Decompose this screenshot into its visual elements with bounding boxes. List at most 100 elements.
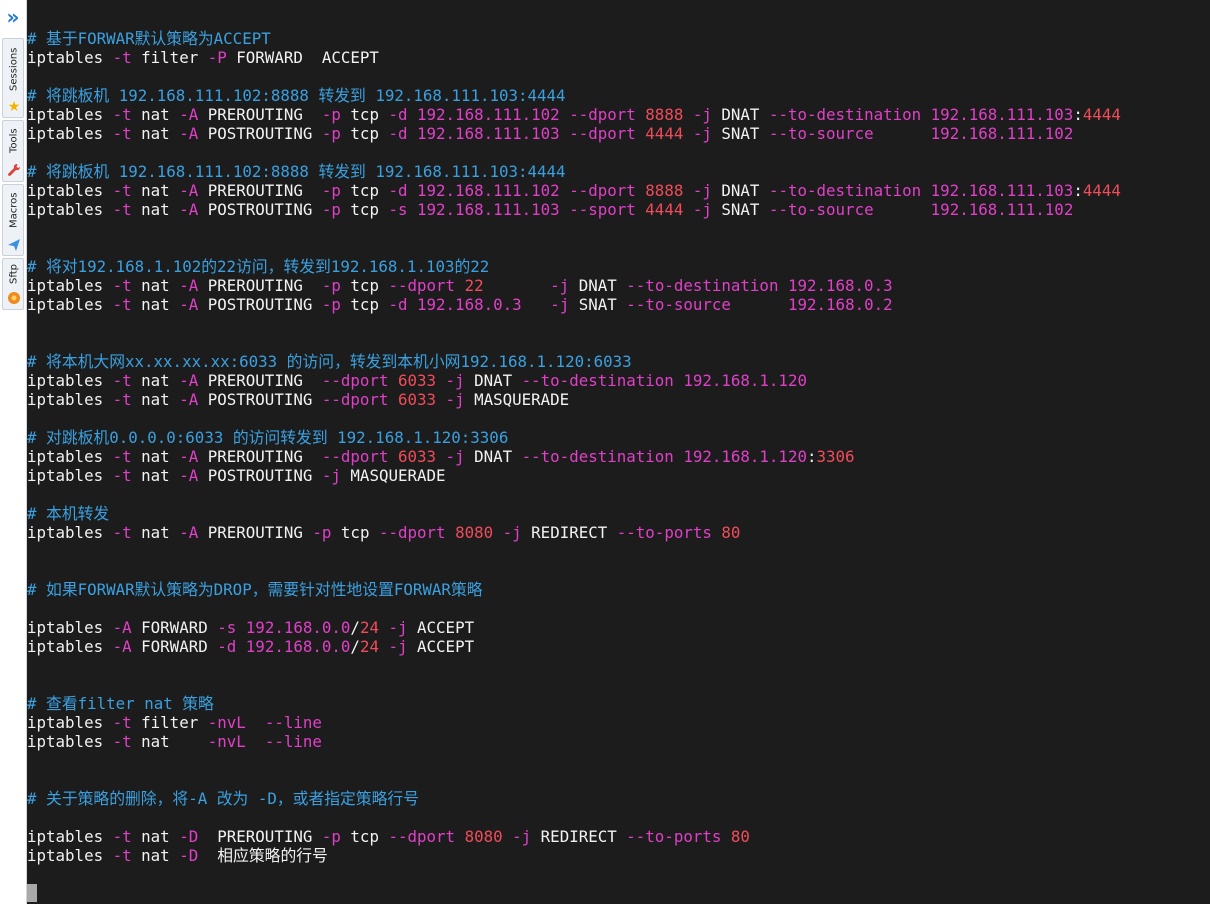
- terminal-token-option: --line: [264, 713, 322, 732]
- terminal-token-option: -t: [112, 48, 132, 67]
- terminal-token-option: -d: [388, 295, 408, 314]
- terminal-line: iptables -t nat -A PREROUTING -p tcp --d…: [27, 523, 740, 542]
- terminal-token-option: -t: [112, 713, 132, 732]
- terminal-token-option: -j: [692, 200, 712, 219]
- terminal-token-option: --to-destination: [521, 371, 674, 390]
- terminal-token-option: -j: [388, 618, 408, 637]
- terminal-token-option: --to-ports: [616, 523, 712, 542]
- terminal-token-option: 192.168.111.103: [930, 181, 1074, 200]
- terminal-token-number: 8888: [645, 105, 684, 124]
- terminal-token-number: 22: [464, 276, 484, 295]
- terminal-token-option: --sport: [569, 200, 636, 219]
- terminal-token-option: -A: [179, 371, 199, 390]
- terminal-token: tcp: [340, 276, 389, 295]
- terminal-token-option: --dport: [321, 447, 389, 466]
- terminal-token-option: -j: [692, 105, 712, 124]
- terminal-token-option: --dport: [388, 827, 456, 846]
- tab-macros-label: Macros: [8, 192, 20, 228]
- terminal-token: nat: [131, 371, 180, 390]
- terminal-token-option: 192.168.111.103: [417, 200, 560, 219]
- terminal-token-option: -j: [388, 637, 408, 656]
- terminal-token-option: -j: [692, 124, 712, 143]
- terminal-token: iptables: [27, 48, 113, 67]
- terminal-token: iptables: [27, 200, 113, 219]
- terminal-line: # 查看filter nat 策略: [27, 694, 214, 713]
- terminal-token: FORWARD: [131, 637, 218, 656]
- terminal-token-number: 24: [359, 637, 379, 656]
- terminal-token-number: 24: [359, 618, 379, 637]
- terminal-token: iptables: [27, 637, 113, 656]
- terminal-line: iptables -t filter -nvL --line: [27, 713, 322, 732]
- terminal-token: POSTROUTING: [198, 295, 322, 314]
- tab-tools-label: Tools: [8, 128, 20, 154]
- tab-sftp[interactable]: Sftp: [2, 258, 24, 310]
- terminal-token: iptables: [27, 295, 113, 314]
- terminal-token: nat: [131, 732, 208, 751]
- terminal-token: DNAT: [464, 447, 522, 466]
- terminal-token: nat: [131, 846, 180, 865]
- terminal-line: iptables -t nat -A PREROUTING -p tcp -d …: [27, 105, 1121, 124]
- terminal-token: tcp: [340, 181, 389, 200]
- terminal-token: FORWARD: [131, 618, 218, 637]
- terminal-token-option: -t: [112, 124, 132, 143]
- terminal-token-option: 192.168.0.3: [787, 276, 893, 295]
- terminal-token-comment: # 关于策略的删除，将-A 改为 -D，或者指定策略行号: [27, 789, 420, 808]
- terminal-token: MASQUERADE: [340, 466, 446, 485]
- terminal-token-option: -D: [179, 827, 199, 846]
- terminal-token-option: -A: [179, 105, 199, 124]
- terminal-token-comment: # 将对192.168.1.102的22访问，转发到192.168.1.103的…: [27, 257, 490, 276]
- terminal-token-option: -p: [321, 105, 341, 124]
- terminal-token-option: 192.168.0.2: [788, 295, 893, 314]
- terminal-token-option: -j: [512, 827, 532, 846]
- tab-macros[interactable]: Macros: [2, 184, 24, 256]
- terminal-token-number: 6033: [397, 390, 437, 409]
- terminal-token-comment: # 如果FORWAR默认策略为DROP，需要针对性地设置FORWAR策略: [27, 580, 483, 599]
- terminal-token-number: 80: [730, 827, 750, 846]
- terminal-token: nat: [131, 523, 180, 542]
- terminal-line: # 将对192.168.1.102的22访问，转发到192.168.1.103的…: [27, 257, 489, 276]
- terminal-token-number: 4444: [1082, 181, 1121, 200]
- terminal-token-option: -t: [112, 105, 132, 124]
- terminal-token: SNAT: [711, 200, 769, 219]
- tab-sessions[interactable]: Sessions ★: [2, 38, 24, 118]
- terminal-token: filter: [131, 713, 208, 732]
- terminal-token: iptables: [27, 447, 113, 466]
- sftp-icon: [6, 290, 22, 306]
- terminal-token-number: 4444: [1082, 105, 1121, 124]
- terminal-token-option: -d: [388, 105, 408, 124]
- tab-tools[interactable]: Tools: [2, 120, 24, 182]
- terminal-token: nat: [131, 200, 180, 219]
- terminal-token: iptables: [27, 276, 113, 295]
- terminal-token: DNAT: [569, 276, 627, 295]
- terminal-token-number: 8080: [464, 827, 503, 846]
- terminal-token-option: -A: [179, 124, 199, 143]
- terminal-token: ACCEPT: [407, 637, 475, 656]
- terminal-token-option: -A: [179, 447, 199, 466]
- terminal-token-option: -nvL: [207, 732, 246, 751]
- terminal-token-option: -P: [207, 48, 227, 67]
- side-panel: » Sessions ★ Tools Macros Sftp: [0, 0, 27, 904]
- terminal-token: iptables: [27, 618, 113, 637]
- terminal-token-number: 4444: [645, 200, 684, 219]
- terminal-output[interactable]: # 基于FORWAR默认策略为ACCEPT iptables -t filter …: [27, 0, 1210, 904]
- terminal-line: iptables -t nat -D 相应策略的行号: [27, 846, 328, 865]
- terminal-token: SNAT: [711, 124, 769, 143]
- terminal-line: iptables -t nat -A POSTROUTING --dport 6…: [27, 390, 569, 409]
- expand-panel-icon[interactable]: »: [3, 4, 23, 30]
- terminal-token: iptables: [27, 713, 113, 732]
- terminal-line: # 关于策略的删除，将-A 改为 -D，或者指定策略行号: [27, 789, 419, 808]
- tab-sessions-label: Sessions: [8, 47, 20, 91]
